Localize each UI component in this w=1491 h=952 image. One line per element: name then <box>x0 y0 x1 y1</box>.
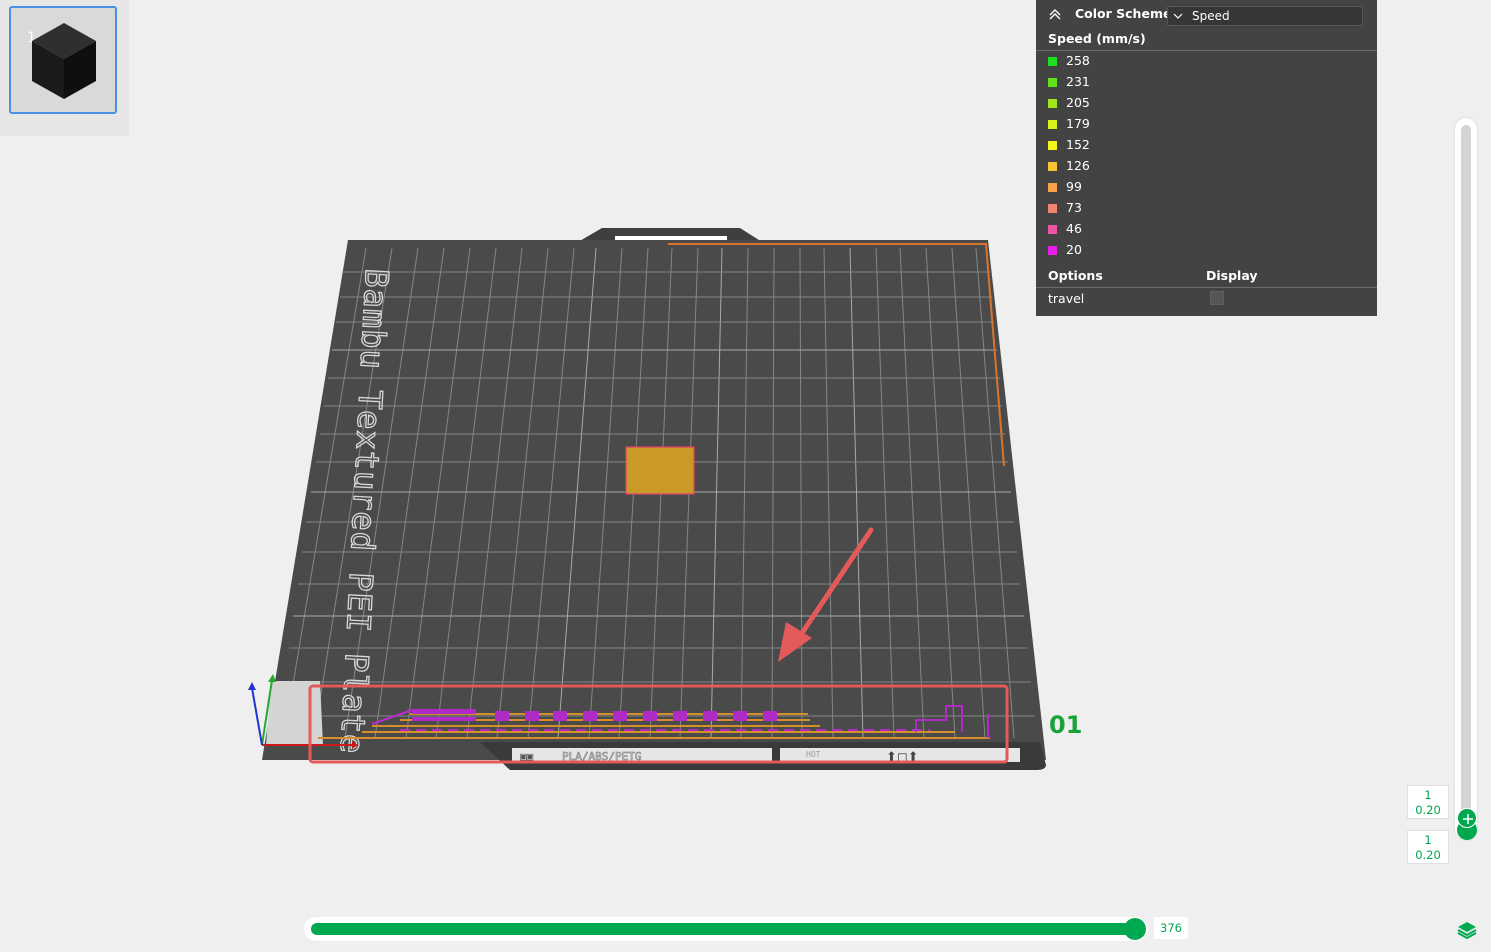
printed-object-preview <box>625 446 695 495</box>
legend-item: 179 <box>1036 114 1377 135</box>
color-scheme-select[interactable]: Speed <box>1167 6 1363 26</box>
legend-item: 46 <box>1036 219 1377 240</box>
move-slider-value: 376 <box>1154 917 1188 939</box>
legend-value: 46 <box>1066 221 1082 236</box>
legend-list: 258 231 205 179 152 126 99 73 46 20 <box>1036 51 1377 261</box>
lower-layer-number: 1 <box>1424 833 1432 847</box>
legend-value: 20 <box>1066 242 1082 257</box>
legend-value: 205 <box>1066 95 1090 110</box>
legend-value: 258 <box>1066 53 1090 68</box>
legend-item: 152 <box>1036 135 1377 156</box>
legend-item: 205 <box>1036 93 1377 114</box>
legend-title: Speed (mm/s) <box>1048 31 1146 46</box>
legend-item: 73 <box>1036 198 1377 219</box>
legend-swatch <box>1048 162 1057 171</box>
legend-swatch <box>1048 141 1057 150</box>
lower-layer-height: 0.20 <box>1415 848 1441 862</box>
legend-value: 99 <box>1066 179 1082 194</box>
color-scheme-label: Color Scheme <box>1075 6 1172 21</box>
upper-layer-label: 1 0.20 <box>1407 785 1449 819</box>
chevron-down-icon <box>1173 13 1183 19</box>
legend-value: 152 <box>1066 137 1090 152</box>
options-header: Options <box>1048 268 1103 283</box>
legend-swatch <box>1048 120 1057 129</box>
plate-number: 01 <box>1049 711 1082 739</box>
move-slider-fill <box>311 923 1137 935</box>
chevron-up-icon[interactable] <box>1047 6 1063 22</box>
legend-swatch <box>1048 57 1057 66</box>
legend-item: 258 <box>1036 51 1377 72</box>
travel-display-checkbox[interactable] <box>1210 291 1224 305</box>
legend-value: 179 <box>1066 116 1090 131</box>
options-divider <box>1036 287 1377 288</box>
layer-slider-upper-thumb[interactable] <box>1457 808 1477 828</box>
legend-swatch <box>1048 204 1057 213</box>
plus-icon <box>1463 814 1473 824</box>
option-travel-label: travel <box>1048 291 1085 306</box>
move-slider-thumb[interactable] <box>1124 918 1146 940</box>
legend-header: Color Scheme Speed <box>1036 0 1377 29</box>
legend-value: 231 <box>1066 74 1090 89</box>
legend-swatch <box>1048 99 1057 108</box>
legend-value: 126 <box>1066 158 1090 173</box>
hot-label: HOT <box>806 750 821 759</box>
layer-slider-track <box>1461 125 1471 833</box>
color-scheme-value: Speed <box>1192 9 1230 23</box>
legend-swatch <box>1048 78 1057 87</box>
legend-item: 126 <box>1036 156 1377 177</box>
legend-value: 73 <box>1066 200 1082 215</box>
upper-layer-height: 0.20 <box>1415 803 1441 817</box>
lower-layer-label: 1 0.20 <box>1407 830 1449 864</box>
legend-item: 20 <box>1036 240 1377 261</box>
upper-layer-number: 1 <box>1424 788 1432 802</box>
legend-item: 231 <box>1036 72 1377 93</box>
legend-swatch <box>1048 246 1057 255</box>
legend-swatch <box>1048 225 1057 234</box>
legend-panel: Color Scheme Speed Speed (mm/s) 258 231 … <box>1036 0 1377 316</box>
layers-icon[interactable] <box>1456 919 1478 941</box>
display-header: Display <box>1206 268 1258 283</box>
legend-item: 99 <box>1036 177 1377 198</box>
legend-swatch <box>1048 183 1057 192</box>
